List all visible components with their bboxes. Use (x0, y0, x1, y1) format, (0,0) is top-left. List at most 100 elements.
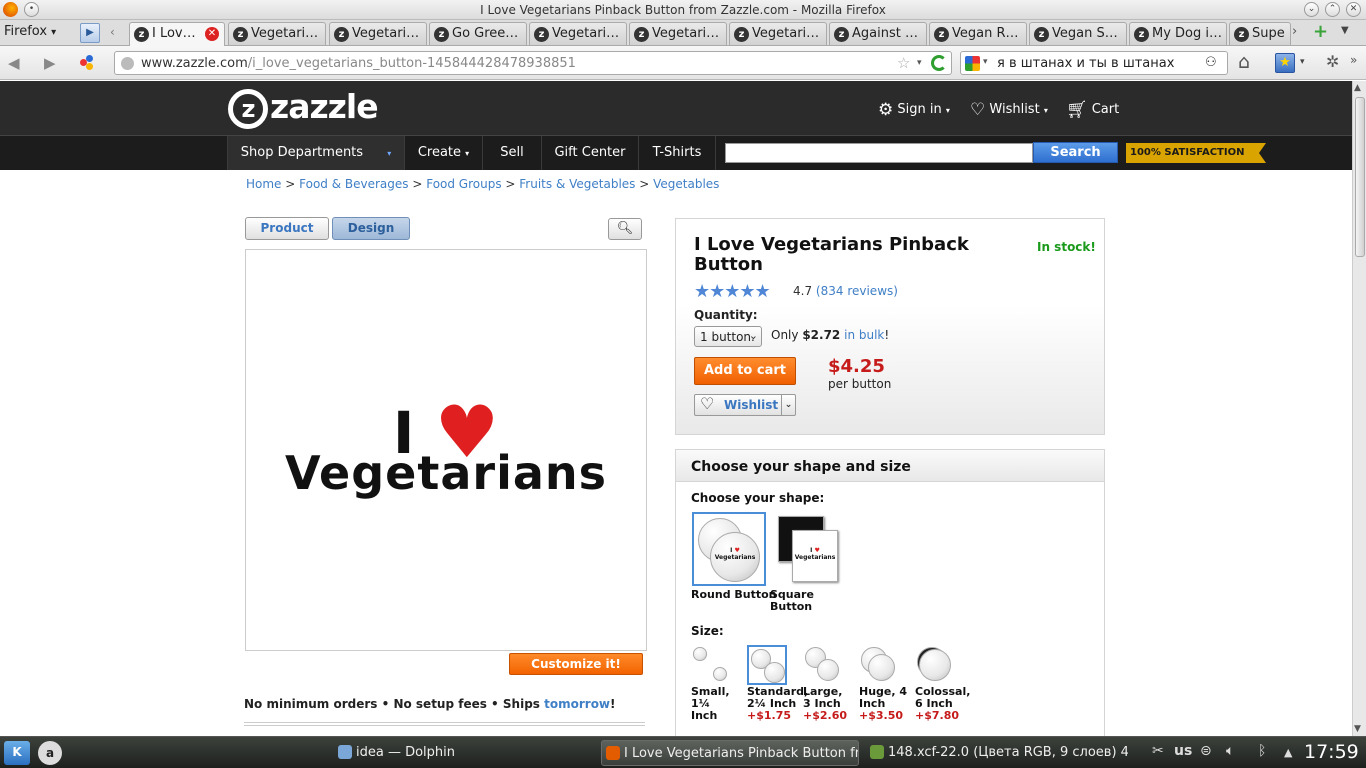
site-search-input[interactable] (725, 143, 1033, 163)
browser-tab[interactable]: z Vegetari… (529, 22, 627, 45)
page-scrollbar[interactable]: ▲ ▼ (1352, 81, 1366, 736)
url-bar[interactable]: www.zazzle.com/i_love_vegetarians_button… (114, 51, 952, 75)
tab-scroll-right-icon[interactable]: › (1292, 24, 1297, 39)
size-label: Size: (691, 624, 724, 638)
create-menu[interactable]: Create ▾ (405, 136, 483, 170)
sign-in-link[interactable]: ⚙ Sign in ▾ (878, 100, 950, 120)
breadcrumb-link[interactable]: Home (246, 177, 281, 191)
size-label-text: Colossal, 6 Inch +$7.80 (915, 686, 973, 722)
volume-icon[interactable]: 🔈︎ (1226, 743, 1234, 759)
bookmarks-dropdown-icon[interactable]: ▾ (1300, 57, 1305, 67)
customize-button[interactable]: Customize it! (509, 653, 643, 675)
rating-value: 4.7 (793, 284, 813, 298)
add-to-cart-button[interactable]: Add to cart (694, 357, 796, 385)
activities-icon[interactable]: a (38, 741, 62, 765)
minimize-button[interactable]: ⌄ (1304, 2, 1319, 17)
tray-expand-icon[interactable]: ▲ (1284, 746, 1292, 759)
t-shirts-link[interactable]: T-Shirts (639, 136, 716, 170)
browser-tab[interactable]: z Against … (829, 22, 927, 45)
keyboard-layout[interactable]: us (1174, 743, 1192, 759)
binoculars-icon[interactable]: ⚇ (1205, 55, 1217, 70)
breadcrumb-link[interactable]: Food & Beverages (299, 177, 408, 191)
site-search-button[interactable]: Search (1033, 142, 1118, 163)
browser-tab[interactable]: zI Lov… ✕ (129, 22, 225, 47)
toolbar-overflow-icon[interactable]: » (1350, 53, 1357, 67)
size-option[interactable] (747, 645, 787, 685)
bluetooth-icon[interactable]: ᛒ (1258, 743, 1266, 759)
tab-groups-button[interactable]: ▶ (80, 23, 100, 43)
quantity-select[interactable]: 1 button. ⌄ (694, 326, 762, 347)
size-option[interactable] (691, 645, 731, 685)
shape-option-square[interactable]: I ♥ Vegetarians (770, 512, 844, 586)
breadcrumb-link[interactable]: Fruits & Vegetables (519, 177, 635, 191)
dropdown-arrow-icon[interactable]: ▾ (917, 58, 922, 68)
addon-icon[interactable]: ✲ (1326, 52, 1339, 71)
maximize-button[interactable]: ⌃ (1325, 2, 1340, 17)
product-title: I Love Vegetarians Pinback Button (694, 234, 969, 275)
browser-tab[interactable]: z Vegan R… (929, 22, 1027, 45)
zazzle-logo[interactable]: z zazzle (228, 87, 379, 129)
product-image[interactable]: I ♥ Vegetarians (245, 249, 647, 651)
cart-link[interactable]: 🛒︎ Cart (1066, 100, 1119, 120)
scissors-icon[interactable]: ✂ (1152, 743, 1164, 759)
browser-tab[interactable]: z Vegan S… (1029, 22, 1127, 45)
browser-tab[interactable]: z Vegetari… (329, 22, 427, 45)
scroll-down-icon[interactable]: ▼ (1354, 724, 1361, 734)
tab-label: Vegan S… (1052, 26, 1118, 41)
shop-departments-menu[interactable]: Shop Departments ▾ (227, 136, 405, 170)
wishlist-dropdown-icon[interactable]: ⌄ (781, 395, 795, 415)
tab-design[interactable]: Design (332, 217, 410, 240)
engine-dropdown-icon[interactable]: ▾ (983, 57, 988, 67)
buy-box: I Love Vegetarians Pinback Button In sto… (675, 218, 1105, 435)
in-bulk-link[interactable]: in bulk (844, 328, 884, 342)
new-tab-icon[interactable]: + (1313, 21, 1328, 42)
list-all-tabs-icon[interactable]: ▼ (1341, 25, 1349, 36)
taskbar-task[interactable]: 148.xcf-22.0 (Цвета RGB, 9 слоев) 40 (866, 740, 1128, 766)
tab-product[interactable]: Product (245, 217, 329, 240)
scrollbar-thumb[interactable] (1355, 97, 1365, 257)
reviews-link[interactable]: (834 reviews) (816, 284, 898, 298)
home-icon[interactable]: ⌂ (1238, 51, 1250, 73)
rating-stars-icon[interactable]: ★★★★★ (694, 281, 771, 302)
tab-label: Supe (1252, 26, 1285, 41)
tab-scroll-left-icon[interactable]: ‹ (110, 25, 115, 39)
zazzle-favicon-icon: z (534, 27, 549, 42)
promo-tomorrow-link[interactable]: tomorrow (544, 697, 610, 711)
wishlist-button[interactable]: ♡ Wishlist ⌄ (694, 394, 796, 416)
close-tab-icon[interactable]: ✕ (205, 27, 219, 41)
bookmark-star-icon[interactable]: ☆ (897, 54, 910, 72)
zazzle-favicon-icon: z (334, 27, 349, 42)
taskbar-task[interactable]: idea — Dolphin (334, 740, 596, 766)
breadcrumb-link[interactable]: Vegetables (653, 177, 719, 191)
size-option[interactable] (915, 645, 955, 685)
search-bar[interactable]: ▾ я в штанах и ты в штанах ⚇ (960, 51, 1228, 75)
zoom-button[interactable]: 🔍︎ (608, 218, 642, 240)
promo-end: ! (610, 697, 616, 711)
scroll-up-icon[interactable]: ▲ (1354, 83, 1361, 93)
back-icon[interactable]: ◀ (8, 54, 20, 72)
browser-tab[interactable]: z Vegetari… (729, 22, 827, 45)
kde-menu-icon[interactable]: K (4, 741, 30, 765)
gift-center-link[interactable]: Gift Center (542, 136, 639, 170)
breadcrumb-link[interactable]: Food Groups (426, 177, 501, 191)
reload-icon[interactable] (931, 55, 947, 71)
bookmarks-icon[interactable]: ★ (1275, 53, 1295, 73)
google-search-engine-icon[interactable] (965, 56, 980, 71)
colorful-bookmark-icon[interactable] (80, 55, 96, 71)
wishlist-link[interactable]: ♡ Wishlist ▾ (970, 100, 1048, 120)
forward-icon[interactable]: ▶ (44, 54, 56, 72)
browser-tab[interactable]: z My Dog i… (1129, 22, 1227, 45)
size-option[interactable] (803, 645, 843, 685)
size-price: +$7.80 (915, 709, 960, 722)
size-option[interactable] (859, 645, 899, 685)
network-icon[interactable]: ⊜ (1200, 743, 1212, 759)
sell-link[interactable]: Sell (483, 136, 542, 170)
browser-tab[interactable]: z Go Gree… (429, 22, 527, 45)
browser-tab[interactable]: z Supe (1229, 22, 1291, 45)
browser-tab[interactable]: z Vegetari… (629, 22, 727, 45)
firefox-menu[interactable]: Firefox ▾ (4, 24, 56, 39)
browser-tab[interactable]: z Vegetari… (228, 22, 326, 45)
taskbar-task[interactable]: I Love Vegetarians Pinback Button from (601, 740, 859, 766)
close-window-button[interactable]: ✕ (1346, 2, 1361, 17)
shape-option-round[interactable]: I ♥ Vegetarians (692, 512, 766, 586)
